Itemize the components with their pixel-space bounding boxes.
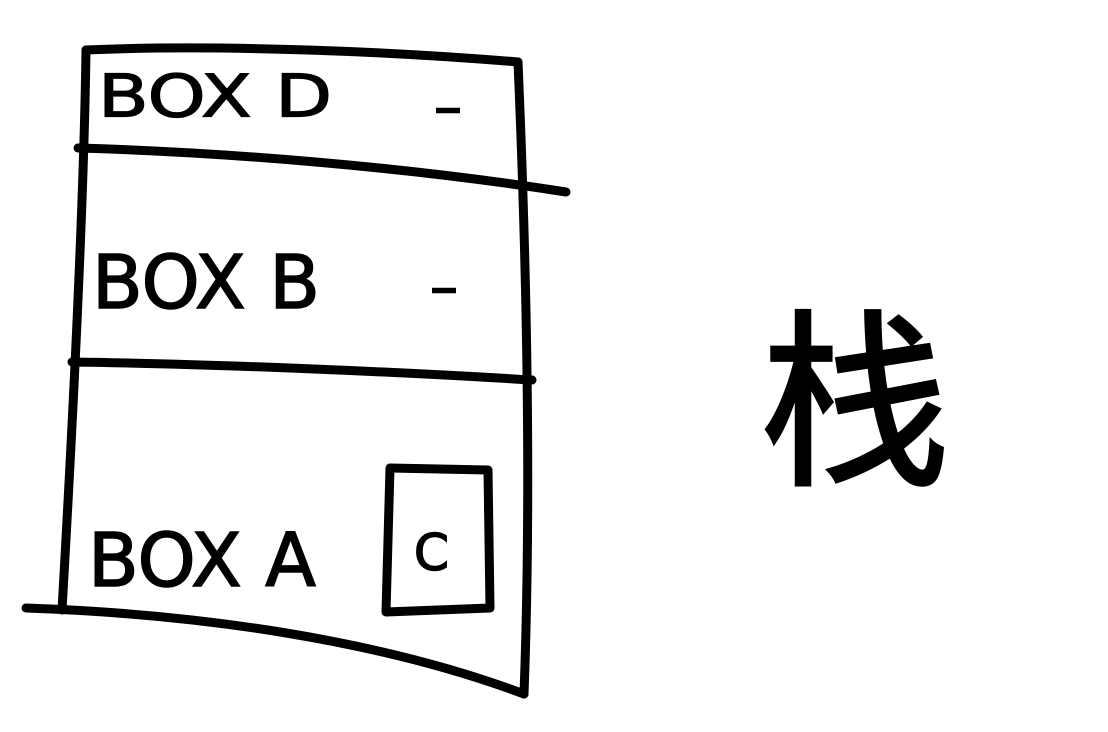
stack-box-a: BOX A C: [87, 463, 495, 617]
divider-d-b: [73, 143, 571, 197]
stack-box-b: BOX B –: [91, 239, 459, 327]
box-a-label: BOX A: [88, 518, 316, 604]
stack-left-edge: [57, 45, 91, 615]
box-d-label: BOX D: [98, 62, 332, 131]
box-d-marker: –: [434, 75, 462, 140]
stack-box-d: BOX D –: [97, 61, 462, 141]
stack-diagram: BOX D – BOX B – BOX A C 栈: [21, 43, 952, 699]
stack-bottom-edge: [21, 603, 529, 699]
divider-b-a: [67, 357, 537, 385]
box-b-label: BOX B: [92, 240, 320, 326]
box-a-marker: C: [414, 524, 449, 582]
stack-top-edge: [81, 43, 523, 67]
side-label: 栈: [760, 294, 950, 515]
box-b-marker: –: [430, 255, 458, 320]
